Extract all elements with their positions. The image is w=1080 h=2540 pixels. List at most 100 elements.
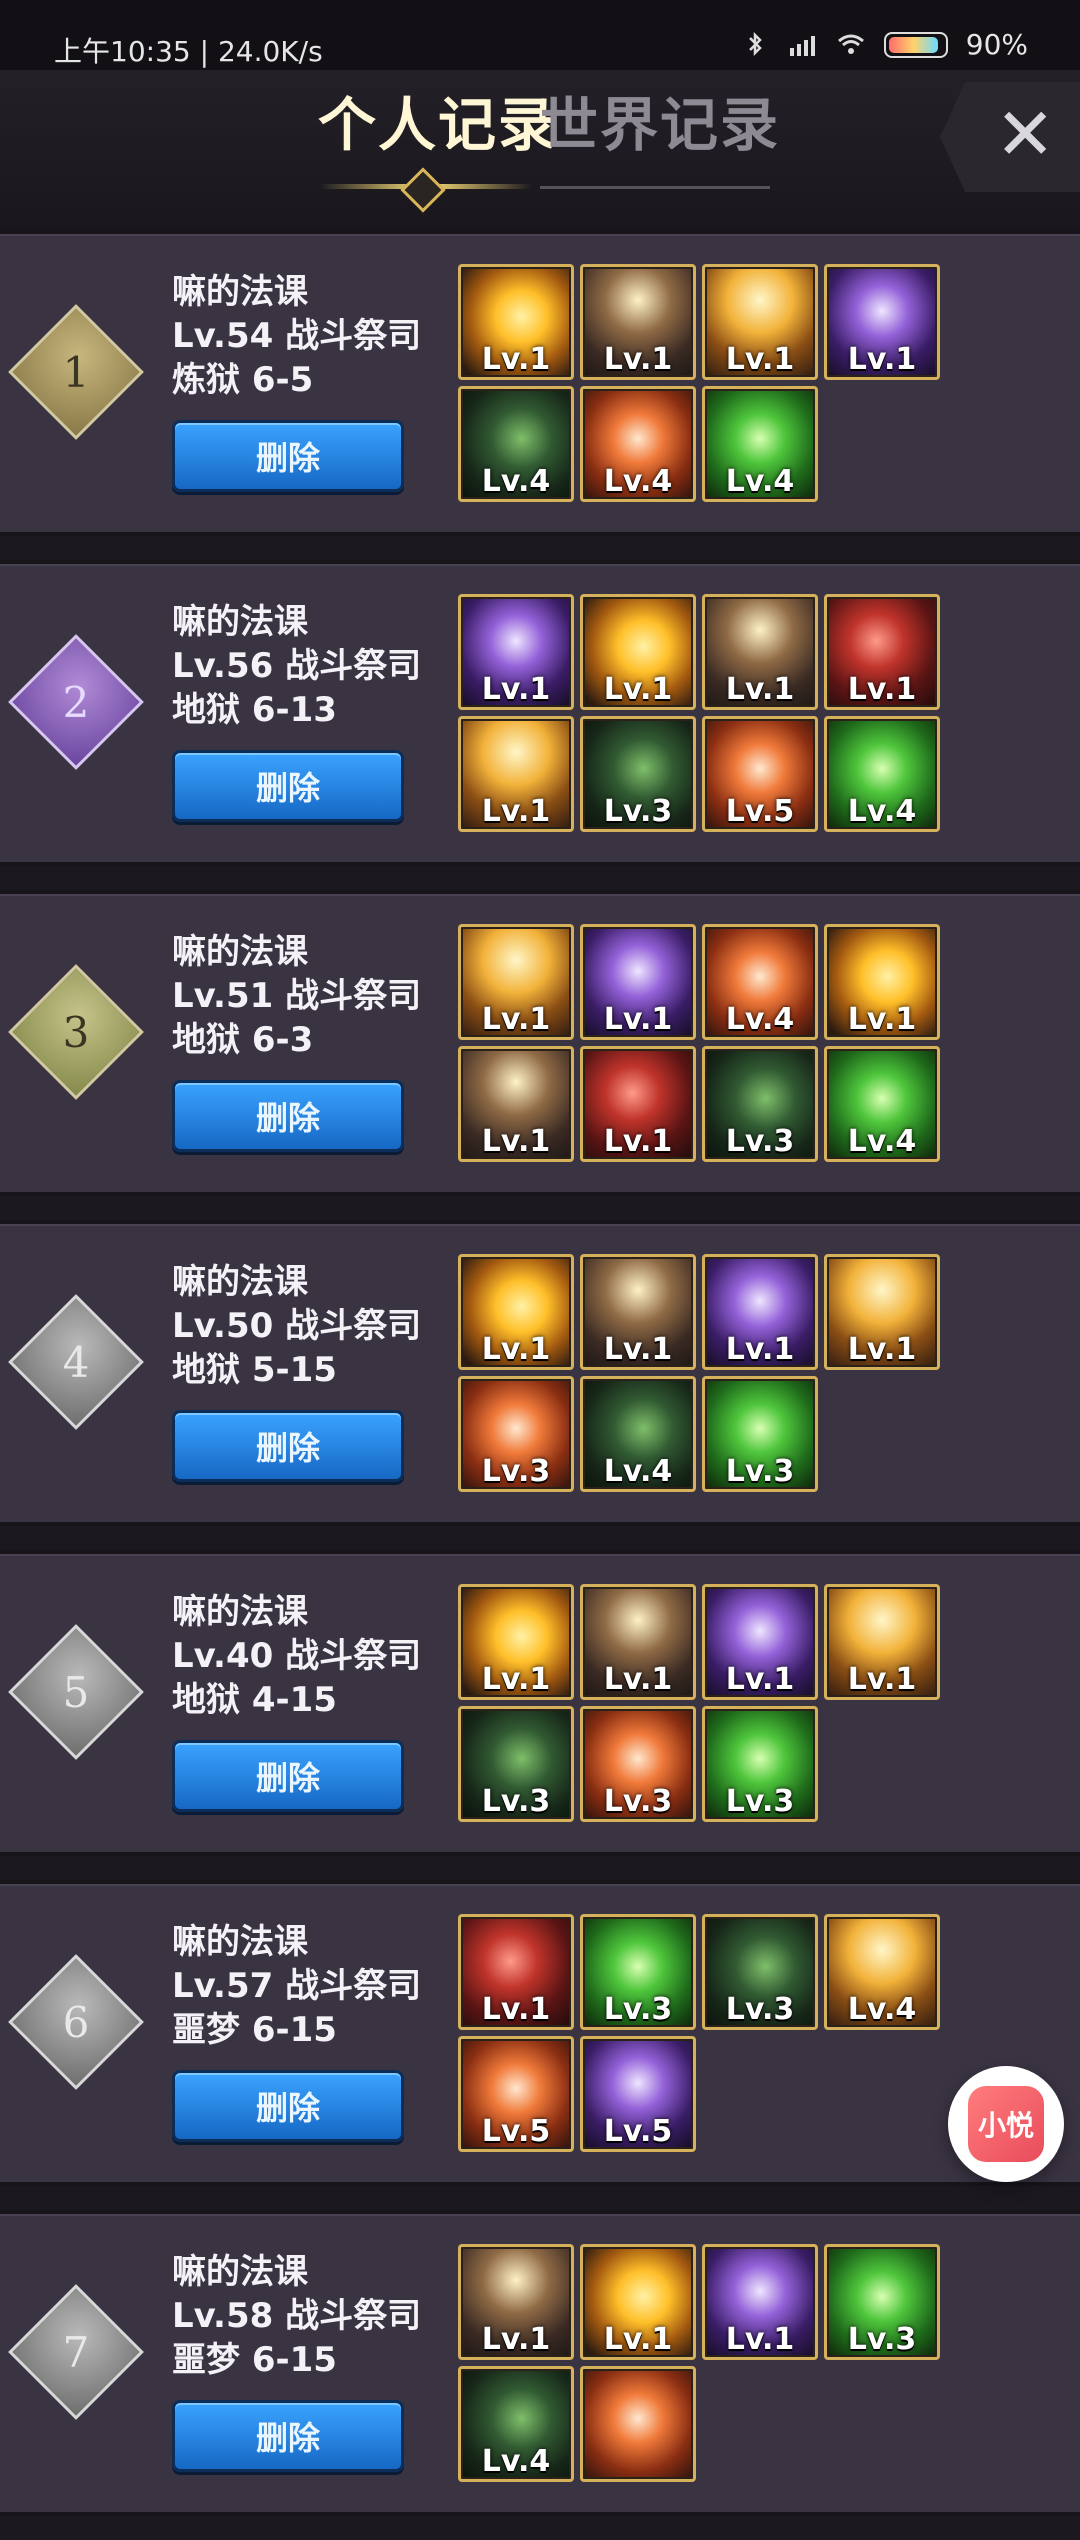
delete-button[interactable]: 删除 bbox=[172, 1740, 404, 1812]
skill-level: Lv.1 bbox=[847, 1002, 917, 1037]
wifi-icon bbox=[836, 30, 866, 60]
rank-badge: 1 bbox=[8, 304, 144, 440]
skill-sun-icon: Lv.1 bbox=[458, 1254, 574, 1370]
skill-purple-icon: Lv.1 bbox=[580, 924, 696, 1040]
skill-bow-icon: Lv.1 bbox=[580, 1254, 696, 1370]
player-name: 嘛的法课 bbox=[172, 932, 308, 972]
skill-green-icon: Lv.3 bbox=[824, 2244, 940, 2360]
skill-angel-icon: Lv.1 bbox=[824, 1584, 940, 1700]
skill-purple-icon: Lv.5 bbox=[580, 2036, 696, 2152]
skill-level: Lv.1 bbox=[603, 1002, 673, 1037]
skill-level: Lv.3 bbox=[603, 1784, 673, 1819]
skill-level: Lv.4 bbox=[725, 1002, 795, 1037]
skill-level: Lv.1 bbox=[481, 794, 551, 829]
status-right: 90% bbox=[740, 28, 1028, 61]
floating-assistant-button[interactable]: 小悦 bbox=[948, 2066, 1064, 2182]
stage: 噩梦 6-15 bbox=[172, 2010, 337, 2050]
level-class: Lv.51 战斗祭司 bbox=[172, 976, 422, 1016]
skill-shield-icon: Lv.4 bbox=[702, 924, 818, 1040]
skill-level: Lv.5 bbox=[481, 2114, 551, 2149]
level-class: Lv.40 战斗祭司 bbox=[172, 1636, 422, 1676]
inactive-tab-underline bbox=[540, 186, 770, 189]
record-info: 嘛的法课 Lv.58 战斗祭司 噩梦 6-15 bbox=[172, 2250, 442, 2382]
skill-angel-icon: Lv.1 bbox=[702, 264, 818, 380]
skill-shield-icon bbox=[580, 2366, 696, 2482]
stage: 地狱 5-15 bbox=[172, 1350, 337, 1390]
skill-sun-icon: Lv.1 bbox=[824, 924, 940, 1040]
header: 个人记录 世界记录 ✕ bbox=[0, 70, 1080, 230]
skill-green-icon: Lv.3 bbox=[702, 1706, 818, 1822]
skill-level: Lv.3 bbox=[481, 1454, 551, 1489]
player-name: 嘛的法课 bbox=[172, 1592, 308, 1632]
signal-icon bbox=[788, 30, 818, 60]
stage: 地狱 4-15 bbox=[172, 1680, 337, 1720]
skill-level: Lv.1 bbox=[481, 1992, 551, 2027]
record-card: 4 嘛的法课 Lv.50 战斗祭司 地狱 5-15 删除 Lv.1 Lv.1 L… bbox=[0, 1220, 1080, 1526]
stage: 地狱 6-3 bbox=[172, 1020, 314, 1060]
skill-shield-icon: Lv.5 bbox=[702, 716, 818, 832]
tab-world-records[interactable]: 世界记录 bbox=[540, 78, 780, 162]
delete-button[interactable]: 删除 bbox=[172, 750, 404, 822]
record-info: 嘛的法课 Lv.54 战斗祭司 炼狱 6-5 bbox=[172, 270, 442, 402]
delete-button[interactable]: 删除 bbox=[172, 1410, 404, 1482]
skill-level: Lv.1 bbox=[481, 1332, 551, 1367]
tab-personal-records[interactable]: 个人记录 bbox=[318, 78, 558, 162]
close-button[interactable]: ✕ bbox=[940, 82, 1080, 192]
skill-level: Lv.1 bbox=[725, 1662, 795, 1697]
skill-vines-icon: Lv.4 bbox=[580, 1376, 696, 1492]
rank-badge: 6 bbox=[8, 1954, 144, 2090]
skill-level: Lv.1 bbox=[603, 672, 673, 707]
rank-number: 3 bbox=[62, 1007, 90, 1057]
skill-purple-icon: Lv.1 bbox=[824, 264, 940, 380]
skill-grid: Lv.1 Lv.1 Lv.1 Lv.3 Lv.4 bbox=[458, 2244, 1048, 2482]
skill-level: Lv.3 bbox=[481, 1784, 551, 1819]
skill-level: Lv.4 bbox=[481, 2444, 551, 2479]
skill-level: Lv.1 bbox=[603, 1124, 673, 1159]
level-class: Lv.56 战斗祭司 bbox=[172, 646, 422, 686]
skill-angel-icon: Lv.1 bbox=[458, 716, 574, 832]
battery-icon bbox=[883, 31, 948, 58]
battery-level bbox=[888, 36, 938, 53]
skill-shield-icon: Lv.4 bbox=[580, 386, 696, 502]
skill-level: Lv.1 bbox=[481, 672, 551, 707]
skill-level: Lv.3 bbox=[603, 1992, 673, 2027]
skill-angel-icon: Lv.1 bbox=[824, 1254, 940, 1370]
skill-grid: Lv.1 Lv.1 Lv.1 Lv.1 Lv.1 Lv.3 Lv.5 Lv.4 bbox=[458, 594, 1048, 832]
stage: 地狱 6-13 bbox=[172, 690, 337, 730]
delete-button[interactable]: 删除 bbox=[172, 2400, 404, 2472]
skill-level: Lv.3 bbox=[603, 794, 673, 829]
skill-level: Lv.1 bbox=[725, 1332, 795, 1367]
skill-level: Lv.3 bbox=[725, 1454, 795, 1489]
stage: 炼狱 6-5 bbox=[172, 360, 314, 400]
rank-badge: 3 bbox=[8, 964, 144, 1100]
skill-bow-icon: Lv.1 bbox=[458, 1046, 574, 1162]
record-card: 6 嘛的法课 Lv.57 战斗祭司 噩梦 6-15 删除 Lv.1 Lv.3 L… bbox=[0, 1880, 1080, 2186]
skill-level: Lv.3 bbox=[725, 1124, 795, 1159]
skill-sun-icon: Lv.1 bbox=[458, 1584, 574, 1700]
skill-level: Lv.1 bbox=[847, 1662, 917, 1697]
skill-grid: Lv.1 Lv.1 Lv.4 Lv.1 Lv.1 Lv.1 Lv.3 Lv.4 bbox=[458, 924, 1048, 1162]
skill-level: Lv.3 bbox=[725, 1992, 795, 2027]
skill-level: Lv.4 bbox=[725, 464, 795, 499]
skill-grid: Lv.1 Lv.1 Lv.1 Lv.1 Lv.4 Lv.4 Lv.4 bbox=[458, 264, 1048, 502]
status-separator: | bbox=[199, 35, 218, 68]
stage: 噩梦 6-15 bbox=[172, 2340, 337, 2380]
skill-level: Lv.1 bbox=[603, 1662, 673, 1697]
skill-green-icon: Lv.4 bbox=[824, 716, 940, 832]
skill-level: Lv.4 bbox=[847, 794, 917, 829]
skill-level: Lv.4 bbox=[603, 464, 673, 499]
level-class: Lv.57 战斗祭司 bbox=[172, 1966, 422, 2006]
delete-button[interactable]: 删除 bbox=[172, 420, 404, 492]
skill-sun-icon: Lv.1 bbox=[580, 2244, 696, 2360]
skill-level: Lv.5 bbox=[725, 794, 795, 829]
record-card: 2 嘛的法课 Lv.56 战斗祭司 地狱 6-13 删除 Lv.1 Lv.1 L… bbox=[0, 560, 1080, 866]
rank-number: 1 bbox=[62, 347, 90, 397]
skill-level: Lv.4 bbox=[847, 1992, 917, 2027]
skill-red-icon: Lv.1 bbox=[580, 1046, 696, 1162]
skill-angel-icon: Lv.4 bbox=[824, 1914, 940, 2030]
delete-button[interactable]: 删除 bbox=[172, 1080, 404, 1152]
delete-button[interactable]: 删除 bbox=[172, 2070, 404, 2142]
skill-level: Lv.1 bbox=[481, 342, 551, 377]
record-info: 嘛的法课 Lv.40 战斗祭司 地狱 4-15 bbox=[172, 1590, 442, 1722]
level-class: Lv.54 战斗祭司 bbox=[172, 316, 422, 356]
